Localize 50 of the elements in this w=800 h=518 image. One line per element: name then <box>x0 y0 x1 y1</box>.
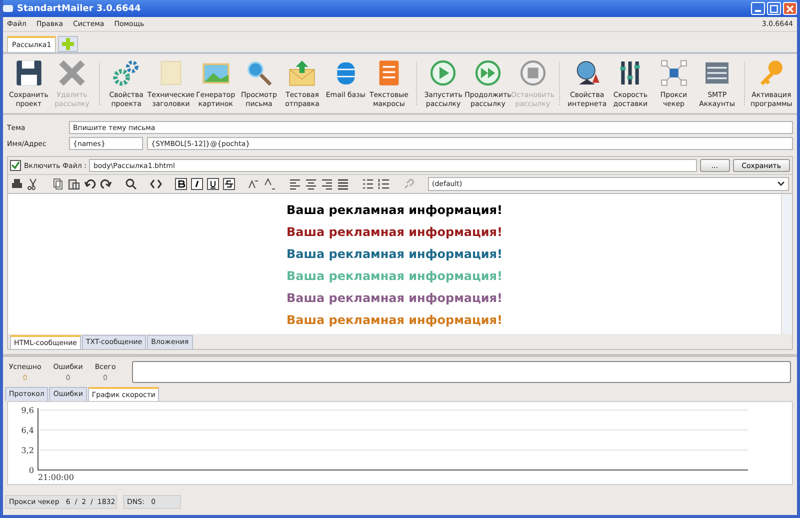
paste-icon[interactable] <box>68 178 80 190</box>
y-axis-label: 3,2 <box>21 446 34 455</box>
include-file-checkbox[interactable] <box>10 160 21 171</box>
stop-icon <box>518 58 548 88</box>
y-axis-label: 0 <box>28 466 34 475</box>
maximize-icon <box>770 4 778 12</box>
ad-text: Ваша рекламная информация! <box>286 224 502 240</box>
bold-icon[interactable] <box>175 178 187 190</box>
subscript-icon[interactable] <box>264 178 276 190</box>
fast-forward-icon <box>472 58 503 88</box>
close-button[interactable] <box>783 2 797 15</box>
close-icon <box>786 4 794 12</box>
justify-icon[interactable] <box>337 178 349 190</box>
maximize-button[interactable] <box>767 2 781 15</box>
bullet-list-icon[interactable] <box>362 178 374 190</box>
align-right-icon[interactable] <box>321 178 333 190</box>
cross-icon <box>56 58 87 88</box>
ad-text: Ваша рекламная информация! <box>286 246 502 262</box>
app-icon <box>3 4 13 12</box>
italic-icon[interactable] <box>191 178 203 190</box>
cut-icon[interactable] <box>27 178 39 190</box>
y-axis-label: 9,6 <box>21 406 34 415</box>
undo-icon[interactable] <box>84 178 96 190</box>
redo-icon[interactable] <box>100 178 112 190</box>
ad-text: Ваша рекламная информация! <box>286 202 502 218</box>
underline-icon[interactable] <box>207 178 219 190</box>
time-label: 21:00:00 <box>38 473 74 482</box>
search-icon[interactable] <box>125 178 137 190</box>
code-icon[interactable] <box>150 178 162 190</box>
strike-icon[interactable] <box>223 178 235 190</box>
align-left-icon[interactable] <box>289 178 301 190</box>
y-axis-label: 6,4 <box>21 426 34 435</box>
ad-text: Ваша рекламная информация! <box>286 290 502 306</box>
ad-text: Ваша рекламная информация! <box>286 312 502 328</box>
scrollbar[interactable] <box>781 194 792 334</box>
plus-icon <box>61 37 76 51</box>
copy-icon[interactable] <box>52 178 64 190</box>
ad-text: Ваша рекламная информация! <box>286 268 502 284</box>
gears-icon <box>111 58 142 88</box>
dropdown-caret-icon <box>777 181 785 187</box>
minimize-icon <box>755 10 761 12</box>
play-icon <box>428 58 458 88</box>
network-icon <box>658 58 689 88</box>
envelope-arrow-icon <box>287 58 318 88</box>
window-title: StandartMailer 3.0.6644 <box>17 4 142 14</box>
numbered-list-icon[interactable] <box>378 178 390 190</box>
superscript-icon[interactable] <box>248 178 260 190</box>
print-icon[interactable] <box>11 178 23 190</box>
align-center-icon[interactable] <box>305 178 317 190</box>
minimize-button[interactable] <box>751 2 765 15</box>
